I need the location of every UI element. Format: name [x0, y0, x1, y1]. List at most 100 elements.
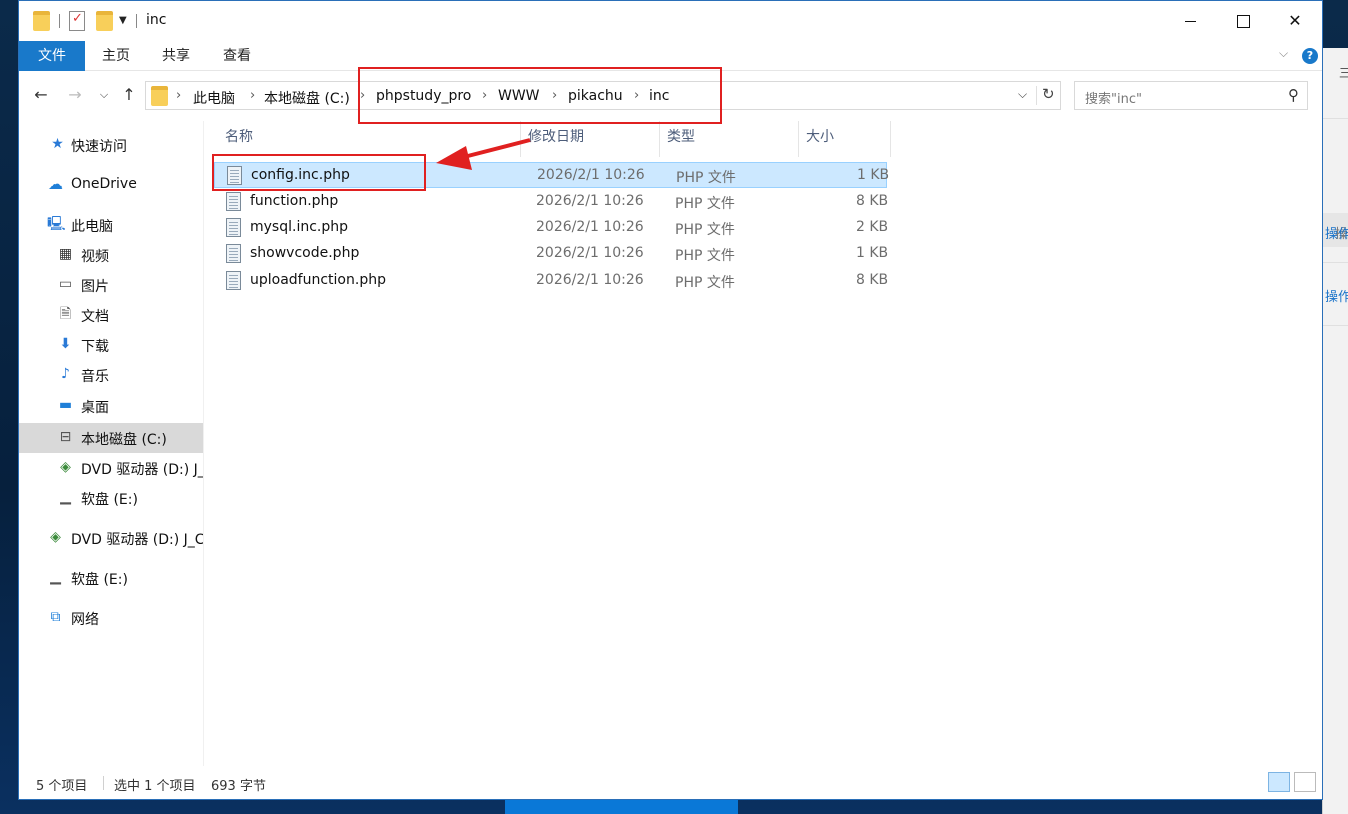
column-divider[interactable] [520, 121, 521, 157]
nav-item-label: DVD 驱动器 (D:) J_C [71, 532, 203, 548]
navigation-pane: ★ 快速访问 ☁ OneDrive 🖳 此电脑 ▦ 视频 ▭ 图片 🗎 文档 ⬇… [19, 121, 203, 766]
nav-item-label: 网络 [71, 612, 99, 628]
php-file-icon [226, 218, 241, 237]
nav-item-label: 桌面 [81, 400, 109, 416]
nav-item-this-pc[interactable]: 🖳 此电脑 [19, 210, 203, 240]
cloud-icon: ☁ [48, 175, 63, 193]
tab-file[interactable]: 文件 [19, 41, 85, 71]
column-divider[interactable] [798, 121, 799, 157]
file-row-showvcode[interactable]: showvcode.php 2026/2/1 10:26 PHP 文件 1 KB [214, 241, 888, 267]
nav-item-floppy-root[interactable]: ▁ 软盘 (E:) [19, 563, 203, 593]
maximize-button[interactable] [1231, 9, 1255, 33]
background-window: 三 操 操作 操作 [1322, 48, 1348, 814]
desktop-icon: ▬ [58, 397, 73, 413]
up-button[interactable]: ↑ [119, 85, 139, 105]
file-date: 2026/2/1 10:26 [536, 219, 644, 235]
divider [1323, 325, 1348, 326]
divider [1323, 118, 1348, 119]
nav-item-label: 音乐 [81, 369, 109, 385]
tab-home[interactable]: 主页 [95, 41, 137, 71]
dvd-icon: ◈ [50, 529, 61, 545]
computer-icon: 🖳 [47, 216, 66, 232]
file-size: 8 KB [856, 272, 889, 288]
nav-item-label: DVD 驱动器 (D:) J_ [81, 462, 203, 478]
selected-count: 选中 1 个项目 [114, 779, 196, 794]
column-header-name[interactable]: 名称 [225, 121, 253, 154]
column-divider[interactable] [659, 121, 660, 157]
tab-share[interactable]: 共享 [155, 41, 197, 71]
expand-ribbon-icon[interactable]: ⌵ [1279, 46, 1288, 61]
new-folder-icon[interactable] [96, 11, 113, 31]
file-name: uploadfunction.php [250, 272, 386, 288]
breadcrumb-local-disk[interactable]: 本地磁盘 (C:) [264, 88, 350, 108]
file-type: PHP 文件 [675, 275, 735, 291]
nav-item-dvd-drive[interactable]: ◈ DVD 驱动器 (D:) J_ [19, 453, 203, 483]
file-name: showvcode.php [250, 245, 360, 261]
file-size: 2 KB [856, 219, 889, 235]
large-icons-view-button[interactable] [1294, 772, 1316, 792]
background-link-1[interactable]: 操作 [1325, 223, 1348, 242]
chevron-right-icon[interactable]: › [176, 88, 181, 103]
file-date: 2026/2/1 10:26 [536, 193, 644, 209]
selected-size: 693 字节 [211, 779, 266, 794]
floppy-icon: ▁ [50, 569, 61, 585]
annotation-box-path [358, 67, 722, 124]
search-input[interactable]: 搜索"inc" ⚲ [1074, 81, 1308, 110]
file-date: 2026/2/1 10:26 [536, 272, 644, 288]
nav-item-local-disk[interactable]: ⊟ 本地磁盘 (C:) [19, 423, 203, 453]
music-icon: ♪ [61, 366, 70, 382]
forward-button[interactable]: → [65, 85, 85, 105]
back-button[interactable]: ← [31, 85, 51, 105]
customize-quick-access-icon[interactable]: ▼ [119, 15, 127, 26]
refresh-icon[interactable]: ↻ [1042, 85, 1055, 103]
chevron-right-icon[interactable]: › [250, 88, 255, 103]
column-divider[interactable] [890, 121, 891, 157]
search-icon[interactable]: ⚲ [1288, 86, 1299, 104]
nav-item-documents[interactable]: 🗎 文档 [19, 300, 203, 330]
nav-item-label: 文档 [81, 309, 109, 325]
background-window-glyph: 三 [1339, 64, 1348, 81]
minimize-button[interactable] [1179, 9, 1203, 33]
folder-icon[interactable] [33, 11, 50, 31]
properties-icon[interactable] [69, 11, 85, 31]
nav-item-dvd-drive-root[interactable]: ◈ DVD 驱动器 (D:) J_C [19, 523, 203, 553]
nav-item-label: 软盘 (E:) [71, 572, 128, 588]
nav-item-label: 图片 [81, 279, 109, 295]
nav-item-floppy[interactable]: ▁ 软盘 (E:) [19, 483, 203, 513]
file-row-function[interactable]: function.php 2026/2/1 10:26 PHP 文件 8 KB [214, 189, 888, 215]
column-header-size[interactable]: 大小 [806, 121, 834, 154]
annotation-box-config [212, 154, 426, 191]
nav-item-onedrive[interactable]: ☁ OneDrive [19, 170, 203, 200]
recent-locations-icon[interactable]: ⌵ [94, 85, 114, 105]
nav-item-pictures[interactable]: ▭ 图片 [19, 270, 203, 300]
details-view-button[interactable] [1268, 772, 1290, 792]
column-header-date[interactable]: 修改日期 [528, 121, 584, 154]
document-icon: 🗎 [59, 306, 72, 322]
address-history-icon[interactable]: ⌵ [1018, 87, 1027, 102]
nav-item-videos[interactable]: ▦ 视频 [19, 240, 203, 270]
file-type: PHP 文件 [675, 222, 735, 238]
close-button[interactable]: ✕ [1283, 9, 1307, 33]
background-link-2[interactable]: 操作 [1325, 286, 1348, 305]
breadcrumb-this-pc[interactable]: 此电脑 [193, 88, 235, 108]
file-row-uploadfunction[interactable]: uploadfunction.php 2026/2/1 10:26 PHP 文件… [214, 268, 889, 294]
taskbar-active-item[interactable] [505, 798, 738, 814]
floppy-icon: ▁ [60, 489, 71, 505]
column-header-type[interactable]: 类型 [667, 121, 695, 154]
tab-view[interactable]: 查看 [216, 41, 258, 71]
search-placeholder: 搜索"inc" [1085, 92, 1142, 107]
nav-item-label: 本地磁盘 (C:) [81, 432, 167, 448]
status-bar: 5 个项目 选中 1 个项目 693 字节 [19, 766, 1322, 799]
nav-item-quick-access[interactable]: ★ 快速访问 [19, 130, 203, 160]
folder-icon [151, 86, 168, 106]
file-type: PHP 文件 [675, 248, 735, 264]
nav-item-network[interactable]: ⧉ 网络 [19, 603, 203, 633]
nav-item-music[interactable]: ♪ 音乐 [19, 360, 203, 390]
dvd-icon: ◈ [60, 459, 71, 475]
nav-item-downloads[interactable]: ⬇ 下载 [19, 330, 203, 360]
nav-item-desktop[interactable]: ▬ 桌面 [19, 391, 203, 421]
download-icon: ⬇ [59, 336, 72, 352]
file-row-mysql[interactable]: mysql.inc.php 2026/2/1 10:26 PHP 文件 2 KB [214, 215, 889, 241]
help-icon[interactable]: ? [1302, 48, 1318, 64]
divider [103, 776, 104, 790]
